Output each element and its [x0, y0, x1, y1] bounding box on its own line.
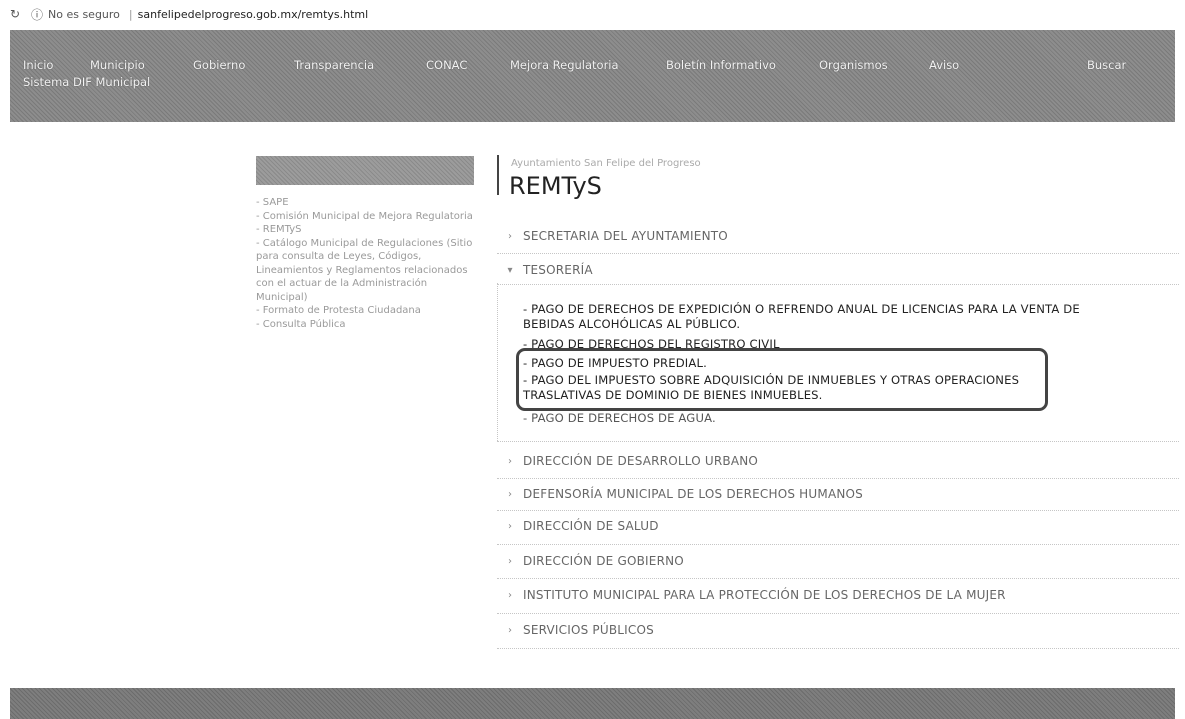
- accordion-servicios-publicos[interactable]: › SERVICIOS PÚBLICOS: [497, 617, 1179, 643]
- main-nav: Inicio Municipio Gobierno Transparencia …: [10, 30, 1175, 122]
- divider: [497, 253, 1179, 254]
- url-text[interactable]: sanfelipedelprogreso.gob.mx/remtys.html: [138, 8, 369, 21]
- nav-aviso[interactable]: Aviso: [929, 58, 959, 72]
- nav-boletin[interactable]: Boletín Informativo: [666, 58, 776, 72]
- chevron-right-icon: ›: [508, 455, 512, 467]
- chevron-right-icon: ›: [508, 555, 512, 567]
- breadcrumb: Ayuntamiento San Felipe del Progreso: [511, 158, 701, 169]
- item-text: BEBIDAS ALCOHÓLICAS AL PÚBLICO.: [523, 317, 741, 331]
- sidebar-header: [256, 156, 474, 185]
- sidebar-links: - SAPE - Comisión Municipal de Mejora Re…: [256, 196, 478, 331]
- divider: [497, 510, 1179, 511]
- sidebar-item-sape[interactable]: - SAPE: [256, 196, 478, 210]
- nav-buscar[interactable]: Buscar: [1087, 58, 1126, 72]
- highlight-box: [516, 348, 1048, 411]
- chevron-right-icon: ›: [508, 624, 512, 636]
- accordion-desarrollo-urbano[interactable]: › DIRECCIÓN DE DESARROLLO URBANO: [497, 448, 1179, 474]
- page-title: REMTyS: [509, 172, 602, 200]
- chevron-down-icon: ▾: [507, 264, 513, 276]
- accordion-label: TESORERÍA: [523, 263, 593, 277]
- accordion-salud[interactable]: › DIRECCIÓN DE SALUD: [497, 513, 1179, 539]
- accordion-label: DEFENSORÍA MUNICIPAL DE LOS DERECHOS HUM…: [523, 487, 863, 501]
- sidebar-item-protesta[interactable]: - Formato de Protesta Ciudadana: [256, 304, 478, 318]
- divider: [497, 441, 1179, 442]
- nav-municipio[interactable]: Municipio: [90, 58, 145, 72]
- nav-inicio[interactable]: Inicio: [23, 58, 53, 72]
- accordion-gobierno[interactable]: › DIRECCIÓN DE GOBIERNO: [497, 548, 1179, 574]
- security-text: No es seguro: [48, 7, 120, 21]
- accordion-instituto-mujer[interactable]: › INSTITUTO MUNICIPAL PARA LA PROTECCIÓN…: [497, 582, 1179, 608]
- accordion-label: SECRETARIA DEL AYUNTAMIENTO: [523, 229, 728, 243]
- chevron-right-icon: ›: [508, 230, 512, 242]
- nav-mejora-regulatoria[interactable]: Mejora Regulatoria: [510, 58, 619, 72]
- divider: [497, 648, 1179, 649]
- accordion-secretaria[interactable]: › SECRETARIA DEL AYUNTAMIENTO: [497, 223, 1179, 249]
- sidebar-item-catalogo[interactable]: - Catálogo Municipal de Regulaciones (Si…: [256, 237, 478, 305]
- chevron-right-icon: ›: [508, 520, 512, 532]
- item-text: - PAGO DE DERECHOS DE EXPEDICIÓN O REFRE…: [523, 302, 1080, 316]
- nav-conac[interactable]: CONAC: [426, 58, 467, 72]
- accordion-label: DIRECCIÓN DE GOBIERNO: [523, 554, 684, 568]
- nav-transparencia[interactable]: Transparencia: [294, 58, 374, 72]
- address-bar[interactable]: ↻ ⓘ No es seguro | sanfelipedelprogreso.…: [0, 0, 1185, 28]
- nav-gobierno[interactable]: Gobierno: [193, 58, 245, 72]
- sidebar-item-consulta[interactable]: - Consulta Pública: [256, 318, 478, 332]
- divider: [497, 544, 1179, 545]
- divider: [497, 613, 1179, 614]
- separator: |: [128, 7, 133, 21]
- refresh-icon[interactable]: ↻: [8, 7, 22, 21]
- chevron-right-icon: ›: [508, 589, 512, 601]
- nav-dif[interactable]: Sistema DIF Municipal: [23, 75, 150, 89]
- sidebar-item-remtys[interactable]: - REMTyS: [256, 223, 478, 237]
- nav-organismos[interactable]: Organismos: [819, 58, 888, 72]
- footer-bar: [10, 688, 1175, 719]
- sidebar-item-comision[interactable]: - Comisión Municipal de Mejora Regulator…: [256, 210, 478, 224]
- accordion-label: DIRECCIÓN DE SALUD: [523, 519, 659, 533]
- accordion-label: INSTITUTO MUNICIPAL PARA LA PROTECCIÓN D…: [523, 588, 1006, 602]
- tesoreria-item-licencias[interactable]: - PAGO DE DERECHOS DE EXPEDICIÓN O REFRE…: [523, 302, 1080, 332]
- accordion-label: SERVICIOS PÚBLICOS: [523, 623, 654, 637]
- accordion-defensoria[interactable]: › DEFENSORÍA MUNICIPAL DE LOS DERECHOS H…: [497, 481, 1179, 507]
- accordion-label: DIRECCIÓN DE DESARROLLO URBANO: [523, 454, 759, 468]
- divider: [497, 578, 1179, 579]
- accordion-tesoreria[interactable]: ▾ TESORERÍA: [497, 257, 1179, 283]
- title-accent-bar: [497, 155, 499, 195]
- chevron-right-icon: ›: [508, 488, 512, 500]
- divider: [497, 478, 1179, 479]
- tesoreria-item-agua[interactable]: - PAGO DE DERECHOS DE AGUA.: [523, 411, 716, 426]
- info-icon[interactable]: ⓘ: [30, 7, 44, 22]
